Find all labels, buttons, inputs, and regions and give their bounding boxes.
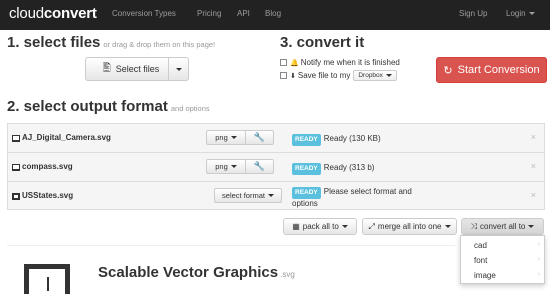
remove-file-icon[interactable]: × — [531, 161, 536, 171]
save-option[interactable]: ⬇ Save file to my Dropbox — [280, 70, 397, 81]
format-select[interactable]: png — [206, 159, 246, 174]
caret-down-icon — [230, 136, 237, 139]
image-file-icon — [12, 135, 20, 142]
caret-down-icon — [341, 225, 348, 228]
select-files-split[interactable] — [168, 58, 188, 80]
login-label: Login — [506, 9, 526, 18]
menu-item-font[interactable]: font — [474, 256, 487, 265]
nav-blog[interactable]: Blog — [265, 9, 281, 18]
format-value: png — [215, 162, 228, 171]
file-status: READY Ready (313 b) — [292, 163, 374, 175]
step3-title: 3. convert it — [280, 34, 365, 51]
image-file-icon — [12, 164, 20, 171]
options-button[interactable]: 🔧 — [245, 130, 274, 145]
save-icon: ⬇ — [290, 72, 296, 80]
start-conversion-label: Start Conversion — [457, 64, 540, 76]
chevron-right-icon: › — [537, 256, 540, 263]
caret-down-icon — [230, 165, 237, 168]
nav-conversion-types[interactable]: Conversion Types — [112, 9, 176, 18]
chevron-right-icon: › — [537, 271, 540, 278]
format-info-title: Scalable Vector Graphics .svg — [98, 264, 295, 281]
nav-login[interactable]: Login — [506, 9, 535, 18]
convert-all-label: convert all to — [480, 222, 526, 231]
caret-down-icon — [444, 225, 451, 228]
save-target-value: Dropbox — [358, 72, 383, 79]
format-select[interactable]: png — [206, 130, 246, 145]
bell-icon: 🔔 — [290, 59, 299, 67]
svg-format-logo — [24, 264, 70, 294]
caret-down-icon — [528, 12, 535, 16]
merge-all-button[interactable]: ⤢ merge all into one — [362, 218, 457, 235]
files-icon: 🖺 — [102, 62, 111, 74]
select-files-button[interactable]: 🖺 Select files — [85, 57, 189, 81]
status-text: Ready (130 KB) — [323, 134, 381, 143]
format-select[interactable]: select format — [214, 188, 282, 203]
caret-down-icon — [267, 194, 274, 197]
file-list: AJ_Digital_Camera.svg png 🔧 READY Ready (… — [7, 123, 545, 210]
notify-label: Notify me when it is finished — [300, 58, 400, 67]
start-conversion-button[interactable]: ↻ Start Conversion — [436, 57, 547, 83]
notify-option[interactable]: 🔔 Notify me when it is finished — [280, 58, 400, 67]
svg-logo-mark — [47, 277, 49, 291]
menu-item-cad[interactable]: cad — [474, 241, 487, 250]
convert-all-button[interactable]: ⤨ convert all to — [461, 218, 544, 235]
notify-checkbox[interactable] — [280, 59, 287, 66]
top-navbar: cloudconvert Conversion Types Pricing AP… — [0, 0, 550, 30]
nav-sign-up[interactable]: Sign Up — [459, 9, 487, 18]
file-status: READY Please select format and options — [292, 187, 432, 209]
caret-down-icon — [175, 67, 182, 71]
refresh-icon: ↻ — [443, 64, 453, 77]
file-name: AJ_Digital_Camera.svg — [22, 133, 111, 142]
options-button[interactable]: 🔧 — [245, 159, 274, 174]
caret-down-icon — [528, 225, 535, 228]
select-files-label: Select files — [115, 64, 160, 74]
file-name: compass.svg — [22, 162, 73, 171]
nav-api[interactable]: API — [237, 9, 250, 18]
step1-heading: 1. select files or drag & drop them on th… — [7, 34, 215, 51]
shuffle-icon: ⤨ — [470, 221, 478, 231]
file-row: AJ_Digital_Camera.svg png 🔧 READY Ready (… — [8, 124, 544, 153]
file-name: USStates.svg — [22, 191, 74, 200]
menu-item-image[interactable]: image — [474, 271, 496, 280]
step2-title: 2. select output format — [7, 98, 168, 115]
chevron-right-icon: › — [537, 241, 540, 248]
merge-icon: ⤢ — [368, 221, 375, 231]
nav-pricing[interactable]: Pricing — [197, 9, 221, 18]
step2-heading: 2. select output format and options — [7, 98, 210, 115]
pack-all-label: pack all to — [302, 222, 339, 231]
format-ext: .svg — [280, 270, 295, 279]
ready-badge: READY — [292, 163, 321, 175]
section-divider — [7, 245, 455, 246]
format-value: png — [215, 133, 228, 142]
caret-down-icon — [385, 73, 392, 77]
file-row: USStates.svg select format READY Please s… — [8, 182, 544, 211]
step3-heading: 3. convert it — [280, 34, 364, 51]
pack-all-button[interactable]: ▦ pack all to — [283, 218, 357, 235]
file-row: compass.svg png 🔧 READY Ready (313 b) × — [8, 153, 544, 182]
ready-badge: READY — [292, 134, 321, 146]
ready-badge: READY — [292, 187, 321, 199]
archive-icon: ▦ — [292, 222, 300, 231]
save-checkbox[interactable] — [280, 72, 287, 79]
remove-file-icon[interactable]: × — [531, 190, 536, 200]
remove-file-icon[interactable]: × — [531, 132, 536, 142]
step1-hint: or drag & drop them on this page! — [103, 40, 216, 49]
brand-logo[interactable]: cloudconvert — [9, 5, 97, 22]
step2-hint: and options — [170, 104, 210, 113]
save-label: Save file to my — [297, 71, 351, 80]
convert-all-dropdown: cad › font › image › — [460, 235, 545, 284]
wrench-icon: 🔧 — [253, 161, 266, 171]
file-status: READY Ready (130 KB) — [292, 134, 381, 146]
brand-bold: convert — [43, 5, 97, 22]
format-name: Scalable Vector Graphics — [98, 264, 279, 281]
brand-light: cloud — [9, 5, 44, 22]
merge-all-label: merge all into one — [377, 222, 442, 231]
step1-title: 1. select files — [7, 34, 101, 51]
status-text: Ready (313 b) — [323, 163, 375, 172]
format-value: select format — [222, 191, 265, 200]
save-target-select[interactable]: Dropbox — [353, 70, 397, 81]
wrench-icon: 🔧 — [253, 132, 266, 142]
vector-file-icon — [12, 193, 20, 200]
